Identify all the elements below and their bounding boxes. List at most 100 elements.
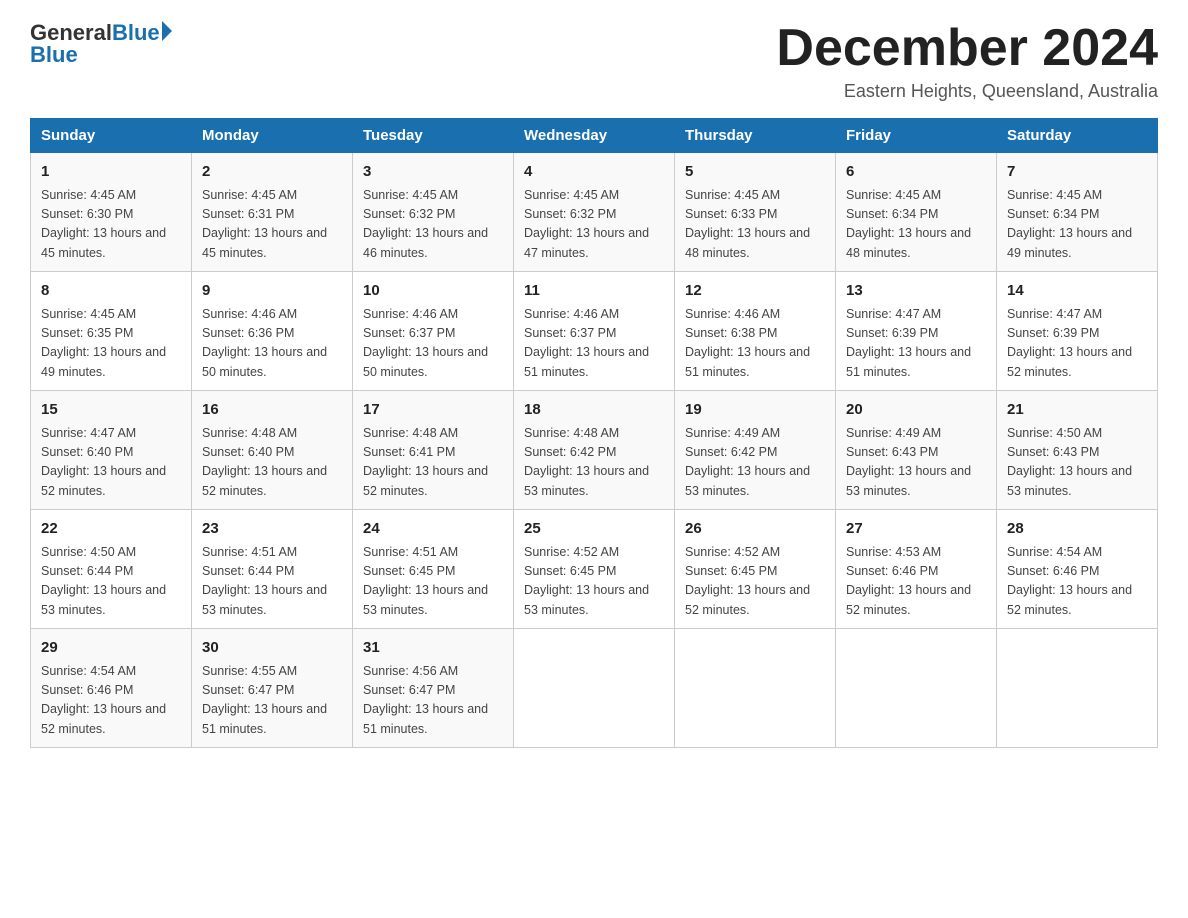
day-info: Sunrise: 4:52 AMSunset: 6:45 PMDaylight:…: [685, 543, 825, 621]
day-info: Sunrise: 4:46 AMSunset: 6:37 PMDaylight:…: [363, 305, 503, 383]
day-info: Sunrise: 4:55 AMSunset: 6:47 PMDaylight:…: [202, 662, 342, 740]
day-info: Sunrise: 4:49 AMSunset: 6:42 PMDaylight:…: [685, 424, 825, 502]
day-header-friday: Friday: [836, 119, 997, 153]
day-number: 19: [685, 399, 825, 422]
day-header-tuesday: Tuesday: [353, 119, 514, 153]
calendar-cell: 25Sunrise: 4:52 AMSunset: 6:45 PMDayligh…: [514, 510, 675, 629]
calendar-cell: 21Sunrise: 4:50 AMSunset: 6:43 PMDayligh…: [997, 391, 1158, 510]
day-header-sunday: Sunday: [31, 119, 192, 153]
day-number: 30: [202, 637, 342, 660]
day-info: Sunrise: 4:45 AMSunset: 6:31 PMDaylight:…: [202, 186, 342, 264]
calendar-cell: 16Sunrise: 4:48 AMSunset: 6:40 PMDayligh…: [192, 391, 353, 510]
day-info: Sunrise: 4:45 AMSunset: 6:32 PMDaylight:…: [524, 186, 664, 264]
logo-arrow-icon: [162, 21, 172, 41]
day-number: 10: [363, 280, 503, 303]
day-info: Sunrise: 4:47 AMSunset: 6:39 PMDaylight:…: [846, 305, 986, 383]
logo-blue-text: Blue: [112, 20, 160, 46]
day-info: Sunrise: 4:48 AMSunset: 6:41 PMDaylight:…: [363, 424, 503, 502]
day-number: 2: [202, 161, 342, 184]
logo: General Blue Blue: [30, 20, 172, 68]
calendar-cell: 23Sunrise: 4:51 AMSunset: 6:44 PMDayligh…: [192, 510, 353, 629]
day-number: 12: [685, 280, 825, 303]
day-number: 4: [524, 161, 664, 184]
day-info: Sunrise: 4:51 AMSunset: 6:44 PMDaylight:…: [202, 543, 342, 621]
day-info: Sunrise: 4:48 AMSunset: 6:40 PMDaylight:…: [202, 424, 342, 502]
day-number: 28: [1007, 518, 1147, 541]
day-number: 14: [1007, 280, 1147, 303]
day-info: Sunrise: 4:45 AMSunset: 6:33 PMDaylight:…: [685, 186, 825, 264]
calendar-cell: 3Sunrise: 4:45 AMSunset: 6:32 PMDaylight…: [353, 153, 514, 272]
calendar-cell: [675, 629, 836, 748]
day-info: Sunrise: 4:47 AMSunset: 6:39 PMDaylight:…: [1007, 305, 1147, 383]
day-number: 17: [363, 399, 503, 422]
calendar-cell: [836, 629, 997, 748]
day-number: 27: [846, 518, 986, 541]
calendar-cell: 6Sunrise: 4:45 AMSunset: 6:34 PMDaylight…: [836, 153, 997, 272]
day-info: Sunrise: 4:45 AMSunset: 6:30 PMDaylight:…: [41, 186, 181, 264]
calendar-cell: 20Sunrise: 4:49 AMSunset: 6:43 PMDayligh…: [836, 391, 997, 510]
calendar-cell: 12Sunrise: 4:46 AMSunset: 6:38 PMDayligh…: [675, 272, 836, 391]
calendar-cell: 9Sunrise: 4:46 AMSunset: 6:36 PMDaylight…: [192, 272, 353, 391]
calendar-cell: 14Sunrise: 4:47 AMSunset: 6:39 PMDayligh…: [997, 272, 1158, 391]
calendar-cell: 15Sunrise: 4:47 AMSunset: 6:40 PMDayligh…: [31, 391, 192, 510]
day-info: Sunrise: 4:50 AMSunset: 6:44 PMDaylight:…: [41, 543, 181, 621]
calendar-week-row: 22Sunrise: 4:50 AMSunset: 6:44 PMDayligh…: [31, 510, 1158, 629]
calendar-week-row: 8Sunrise: 4:45 AMSunset: 6:35 PMDaylight…: [31, 272, 1158, 391]
day-info: Sunrise: 4:53 AMSunset: 6:46 PMDaylight:…: [846, 543, 986, 621]
calendar-cell: 13Sunrise: 4:47 AMSunset: 6:39 PMDayligh…: [836, 272, 997, 391]
day-info: Sunrise: 4:48 AMSunset: 6:42 PMDaylight:…: [524, 424, 664, 502]
location-text: Eastern Heights, Queensland, Australia: [776, 81, 1158, 102]
day-info: Sunrise: 4:45 AMSunset: 6:34 PMDaylight:…: [1007, 186, 1147, 264]
day-number: 13: [846, 280, 986, 303]
day-info: Sunrise: 4:45 AMSunset: 6:34 PMDaylight:…: [846, 186, 986, 264]
logo-blue-line2: Blue: [30, 42, 78, 68]
day-number: 9: [202, 280, 342, 303]
day-number: 31: [363, 637, 503, 660]
day-number: 20: [846, 399, 986, 422]
day-info: Sunrise: 4:52 AMSunset: 6:45 PMDaylight:…: [524, 543, 664, 621]
calendar-cell: 10Sunrise: 4:46 AMSunset: 6:37 PMDayligh…: [353, 272, 514, 391]
calendar-cell: 7Sunrise: 4:45 AMSunset: 6:34 PMDaylight…: [997, 153, 1158, 272]
day-number: 24: [363, 518, 503, 541]
calendar-cell: 27Sunrise: 4:53 AMSunset: 6:46 PMDayligh…: [836, 510, 997, 629]
month-title: December 2024: [776, 20, 1158, 77]
day-number: 22: [41, 518, 181, 541]
calendar-cell: [997, 629, 1158, 748]
day-number: 3: [363, 161, 503, 184]
day-info: Sunrise: 4:45 AMSunset: 6:35 PMDaylight:…: [41, 305, 181, 383]
day-number: 16: [202, 399, 342, 422]
days-header-row: SundayMondayTuesdayWednesdayThursdayFrid…: [31, 119, 1158, 153]
day-info: Sunrise: 4:47 AMSunset: 6:40 PMDaylight:…: [41, 424, 181, 502]
calendar-cell: 28Sunrise: 4:54 AMSunset: 6:46 PMDayligh…: [997, 510, 1158, 629]
calendar-week-row: 29Sunrise: 4:54 AMSunset: 6:46 PMDayligh…: [31, 629, 1158, 748]
page-header: General Blue Blue December 2024 Eastern …: [30, 20, 1158, 102]
calendar-cell: 22Sunrise: 4:50 AMSunset: 6:44 PMDayligh…: [31, 510, 192, 629]
day-number: 29: [41, 637, 181, 660]
day-number: 5: [685, 161, 825, 184]
calendar-cell: [514, 629, 675, 748]
calendar-cell: 29Sunrise: 4:54 AMSunset: 6:46 PMDayligh…: [31, 629, 192, 748]
calendar-cell: 18Sunrise: 4:48 AMSunset: 6:42 PMDayligh…: [514, 391, 675, 510]
calendar-cell: 24Sunrise: 4:51 AMSunset: 6:45 PMDayligh…: [353, 510, 514, 629]
calendar-week-row: 1Sunrise: 4:45 AMSunset: 6:30 PMDaylight…: [31, 153, 1158, 272]
day-info: Sunrise: 4:46 AMSunset: 6:36 PMDaylight:…: [202, 305, 342, 383]
day-header-wednesday: Wednesday: [514, 119, 675, 153]
calendar-cell: 1Sunrise: 4:45 AMSunset: 6:30 PMDaylight…: [31, 153, 192, 272]
day-number: 21: [1007, 399, 1147, 422]
calendar-table: SundayMondayTuesdayWednesdayThursdayFrid…: [30, 118, 1158, 748]
calendar-cell: 30Sunrise: 4:55 AMSunset: 6:47 PMDayligh…: [192, 629, 353, 748]
calendar-cell: 5Sunrise: 4:45 AMSunset: 6:33 PMDaylight…: [675, 153, 836, 272]
calendar-cell: 26Sunrise: 4:52 AMSunset: 6:45 PMDayligh…: [675, 510, 836, 629]
day-info: Sunrise: 4:50 AMSunset: 6:43 PMDaylight:…: [1007, 424, 1147, 502]
day-info: Sunrise: 4:45 AMSunset: 6:32 PMDaylight:…: [363, 186, 503, 264]
day-number: 7: [1007, 161, 1147, 184]
day-number: 25: [524, 518, 664, 541]
day-header-monday: Monday: [192, 119, 353, 153]
day-number: 18: [524, 399, 664, 422]
day-info: Sunrise: 4:56 AMSunset: 6:47 PMDaylight:…: [363, 662, 503, 740]
day-header-saturday: Saturday: [997, 119, 1158, 153]
calendar-cell: 19Sunrise: 4:49 AMSunset: 6:42 PMDayligh…: [675, 391, 836, 510]
calendar-cell: 2Sunrise: 4:45 AMSunset: 6:31 PMDaylight…: [192, 153, 353, 272]
day-info: Sunrise: 4:46 AMSunset: 6:37 PMDaylight:…: [524, 305, 664, 383]
calendar-cell: 31Sunrise: 4:56 AMSunset: 6:47 PMDayligh…: [353, 629, 514, 748]
